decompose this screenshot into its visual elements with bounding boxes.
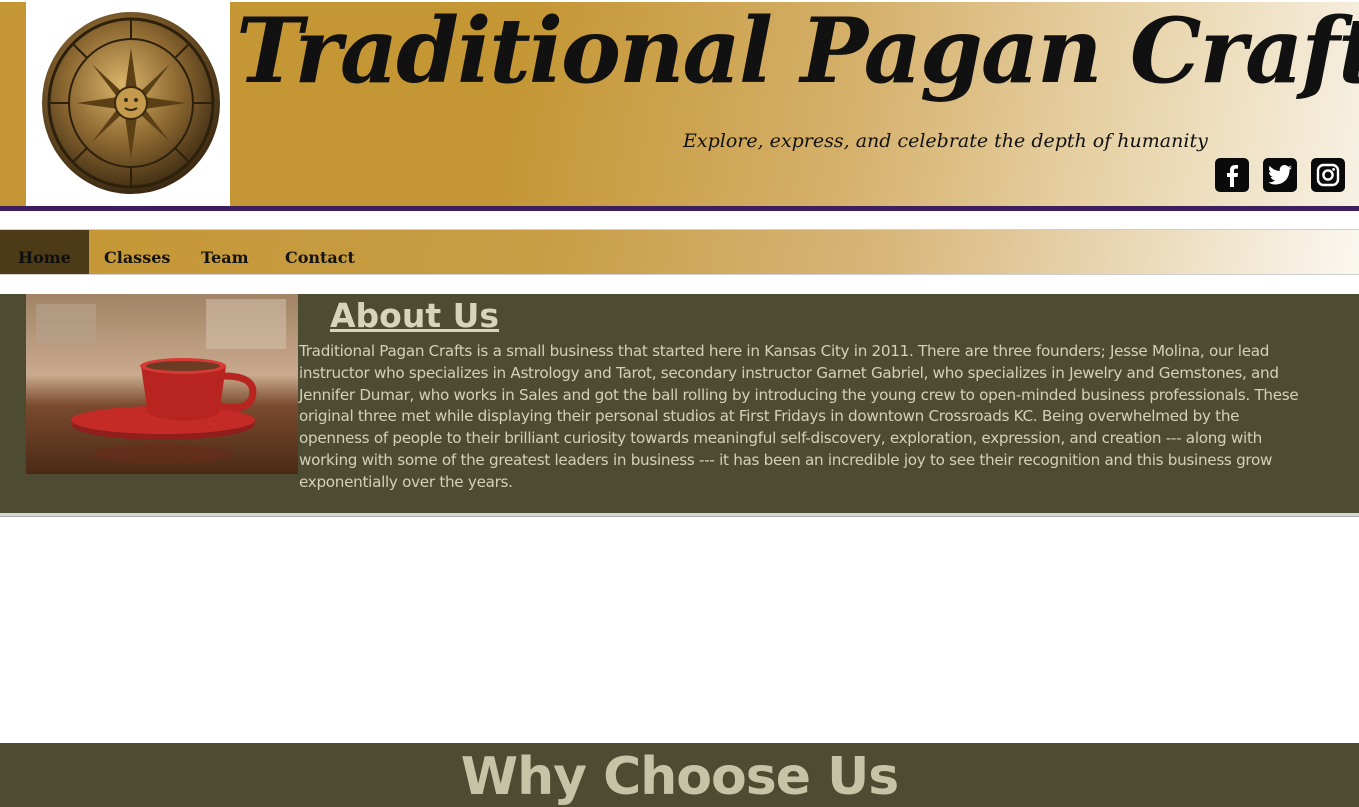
- twitter-icon: [1268, 165, 1292, 185]
- about-title: About Us: [330, 296, 500, 335]
- instagram-icon: [1316, 163, 1340, 187]
- nav-item-team[interactable]: Team: [183, 230, 267, 274]
- main-nav: Home Classes Team Contact: [0, 229, 1359, 275]
- section-divider: [0, 513, 1359, 517]
- header-divider: [0, 206, 1359, 211]
- why-title: Why Choose Us: [460, 747, 900, 807]
- facebook-icon: [1227, 165, 1239, 187]
- about-text: Traditional Pagan Crafts is a small busi…: [299, 342, 1299, 491]
- site-header: Traditional Pagan Crafts Explore, expres…: [0, 0, 1359, 206]
- zodiac-medallion-icon: [42, 12, 220, 194]
- nav-item-home[interactable]: Home: [0, 230, 89, 274]
- twitter-link[interactable]: [1263, 158, 1297, 192]
- site-tagline: Explore, express, and celebrate the dept…: [683, 130, 1208, 152]
- coffee-cup-photo: [26, 294, 298, 474]
- site-title: Traditional Pagan Crafts: [236, 0, 1359, 104]
- red-coffee-cup-illustration: [26, 294, 298, 474]
- about-section: About Us Traditional Pagan Crafts is a s…: [0, 294, 1359, 513]
- why-section: Why Choose Us: [0, 743, 1359, 807]
- nav-item-contact[interactable]: Contact: [267, 230, 373, 274]
- instagram-link[interactable]: [1311, 158, 1345, 192]
- facebook-link[interactable]: [1215, 158, 1249, 192]
- nav-item-classes[interactable]: Classes: [86, 230, 188, 274]
